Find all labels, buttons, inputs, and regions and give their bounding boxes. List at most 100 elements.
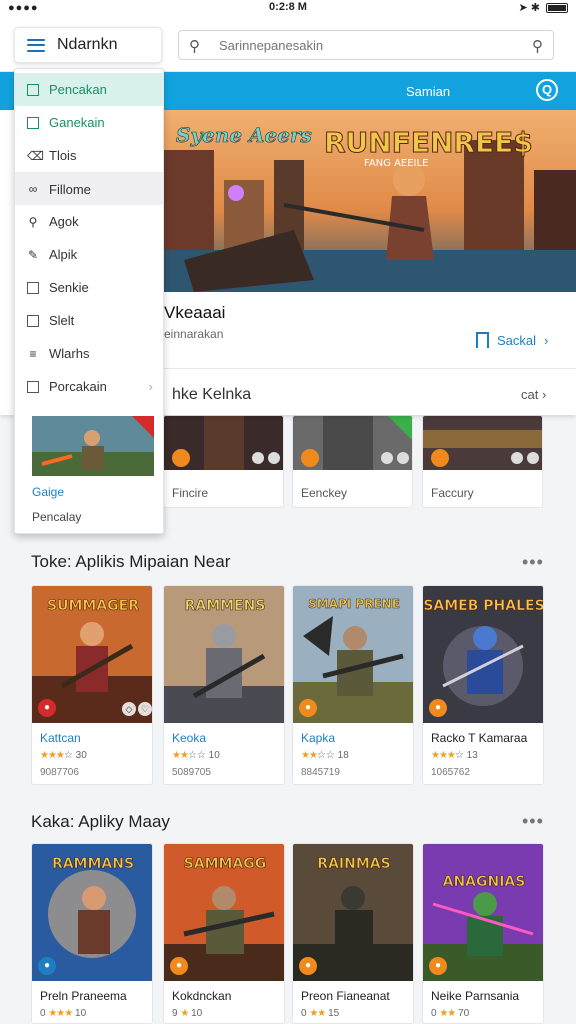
status-icons: ➤ ✱ (518, 1, 568, 14)
list-icon: ≡ (29, 346, 37, 361)
menu-item-tlois[interactable]: ⌫ Tlois (15, 139, 163, 172)
app-card[interactable]: SAMMAGG ● Kokdnckan 9 ★ 10 (163, 843, 285, 1024)
app-card[interactable]: SUMMAGER ● ◇ ♡ Kattcan ★★★☆ 30 9087706 (31, 585, 153, 785)
menu-label: Ndarnkn (57, 36, 118, 53)
svg-text:SAMEB PHALES: SAMEB PHALES (423, 598, 544, 614)
svg-text:SMAPI PRENE: SMAPI PRENE (308, 597, 400, 611)
chevron-right-icon: › (544, 332, 549, 348)
menu-item-ganekain[interactable]: Ganekain (15, 106, 163, 139)
badge-icon: ● (38, 957, 56, 975)
badge-icon: ● (170, 957, 188, 975)
app-card[interactable]: Faccury (422, 415, 543, 508)
section-title: Kaka: Apliky Maay (31, 812, 170, 831)
featured-row-category[interactable]: cat › (521, 387, 546, 402)
menu-thumbnail[interactable] (32, 416, 154, 476)
app-card[interactable]: RAMMANS ● Preln Praneema 0 ★★★ 10 (31, 843, 153, 1024)
app-downloads: 1065762 (431, 767, 470, 778)
section-title: Toke: Aplikis Mipaian Near (31, 552, 231, 571)
save-label: Sackal (497, 332, 537, 348)
search-box[interactable]: ⚲ ⚲ (178, 30, 554, 60)
menu-item-agok[interactable]: ⚲ Agok (15, 205, 163, 238)
battery-icon (546, 2, 568, 13)
svg-text:RAMMANS: RAMMANS (52, 856, 134, 872)
featured-banner[interactable]: RUNFENREE$ FANG AEEILE Syene Aeers (164, 110, 576, 292)
dropdown-menu: Pencakan Ganekain ⌫ Tlois ∞ Fillome ⚲ Agok … (14, 68, 164, 534)
app-card[interactable]: RAMMENS Keoka ★★☆☆ 10 5089705 (163, 585, 285, 785)
app-name: Fincire (172, 486, 209, 500)
square-icon (27, 281, 39, 294)
menu-item-slelt[interactable]: Slelt (15, 304, 163, 337)
more-icon[interactable]: ••• (522, 811, 544, 832)
bookmark-icon (476, 332, 489, 352)
app-downloads: 8845719 (301, 767, 340, 778)
status-time: 0:2:8 M (269, 1, 307, 13)
app-card[interactable]: Fincire (163, 415, 284, 508)
share-icon[interactable]: ◇ (122, 702, 136, 716)
badge-icon: ● (429, 957, 447, 975)
badge-icon: ● (299, 957, 317, 975)
app-rating: 0 ★★ 15 (301, 1008, 340, 1019)
badge-icon: ● (38, 699, 56, 717)
menu-sub-link[interactable]: Gaige (32, 485, 64, 499)
svg-text:SAMMAGG: SAMMAGG (184, 856, 267, 872)
chevron-right-icon: › (148, 379, 153, 394)
app-card[interactable]: SMAPI PRENE ● Kapka ★★☆☆ 18 8845719 (292, 585, 414, 785)
menu-item-wlarhs[interactable]: ≡ Wlarhs (15, 337, 163, 370)
menu-item-senkie[interactable]: Senkie (15, 271, 163, 304)
search-submit-icon[interactable]: ⚲ (532, 37, 543, 55)
band-search-icon[interactable]: Q (536, 79, 558, 101)
square-icon (27, 380, 39, 393)
band-label[interactable]: Samian (406, 84, 450, 99)
app-name: Kokdnckan (172, 989, 232, 1003)
hamburger-icon[interactable] (27, 38, 45, 52)
search-input[interactable] (219, 35, 509, 55)
app-rating: ★★★☆ 13 (431, 750, 478, 761)
app-downloads: 5089705 (172, 767, 211, 778)
svg-text:RAMMENS: RAMMENS (185, 598, 266, 614)
badge-icon: ● (299, 699, 317, 717)
banner-logo: Syene Aeers (176, 123, 312, 147)
tag-icon: ⌫ (27, 148, 44, 163)
menu-item-pencakan[interactable]: Pencakan (15, 73, 163, 106)
more-icon[interactable]: ••• (522, 552, 544, 573)
app-name: Kapka (301, 731, 336, 745)
app-card[interactable]: ANAGNIAS ● Neike Parnsania 0 ★★ 70 (422, 843, 544, 1024)
link-icon: ∞ (28, 182, 38, 196)
featured-subtitle: einnarakan (164, 327, 224, 341)
svg-text:SUMMAGER: SUMMAGER (47, 598, 139, 614)
app-name: Preon Fianeanat (301, 989, 390, 1003)
app-card[interactable]: Eenckey (292, 415, 413, 508)
svg-text:RAINMAS: RAINMAS (317, 856, 390, 872)
square-icon (27, 116, 39, 129)
app-rating: ★★☆☆ 10 (172, 750, 220, 761)
menu-item-fillome[interactable]: ∞ Fillome (15, 172, 163, 205)
app-downloads: 9087706 (40, 767, 79, 778)
app-rating: 0 ★★ 70 (431, 1008, 470, 1019)
featured-row-label[interactable]: hke Kelnka (172, 386, 251, 404)
menu-sub-text[interactable]: Pencalay (32, 510, 81, 524)
app-name: Faccury (431, 486, 474, 500)
square-icon (27, 83, 39, 96)
menu-item-alpik[interactable]: ✎ Alpik (15, 238, 163, 271)
pencil-icon: ✎ (27, 247, 39, 262)
save-button[interactable]: Sackal › (476, 332, 549, 352)
app-name: Preln Praneema (40, 989, 127, 1003)
banner-subtitle: FANG AEEILE (364, 158, 428, 169)
menu-button[interactable]: Ndarnkn (14, 27, 162, 63)
app-card[interactable]: SAMEB PHALES ● Racko T Kamaraa ★★★☆ 13 1… (422, 585, 544, 785)
badge-icon: ● (429, 699, 447, 717)
app-name: Neike Parnsania (431, 989, 520, 1003)
banner-title: RUNFENREE$ (324, 126, 533, 159)
location-icon: ➤ ✱ (518, 2, 541, 14)
like-icon[interactable]: ♡ (138, 702, 152, 716)
app-name: Keoka (172, 731, 207, 745)
menu-item-porcakain[interactable]: Porcakain › (15, 370, 163, 403)
pin-icon: ⚲ (28, 214, 38, 229)
app-name: Kattcan (40, 731, 81, 745)
app-rating: ★★★☆ 30 (40, 750, 87, 761)
square-icon (27, 314, 39, 327)
app-rating: 9 ★ 10 (172, 1008, 203, 1019)
app-card[interactable]: RAINMAS ● Preon Fianeanat 0 ★★ 15 (292, 843, 414, 1024)
app-rating: 0 ★★★ 10 (40, 1008, 87, 1019)
search-icon[interactable]: ⚲ (189, 37, 200, 55)
